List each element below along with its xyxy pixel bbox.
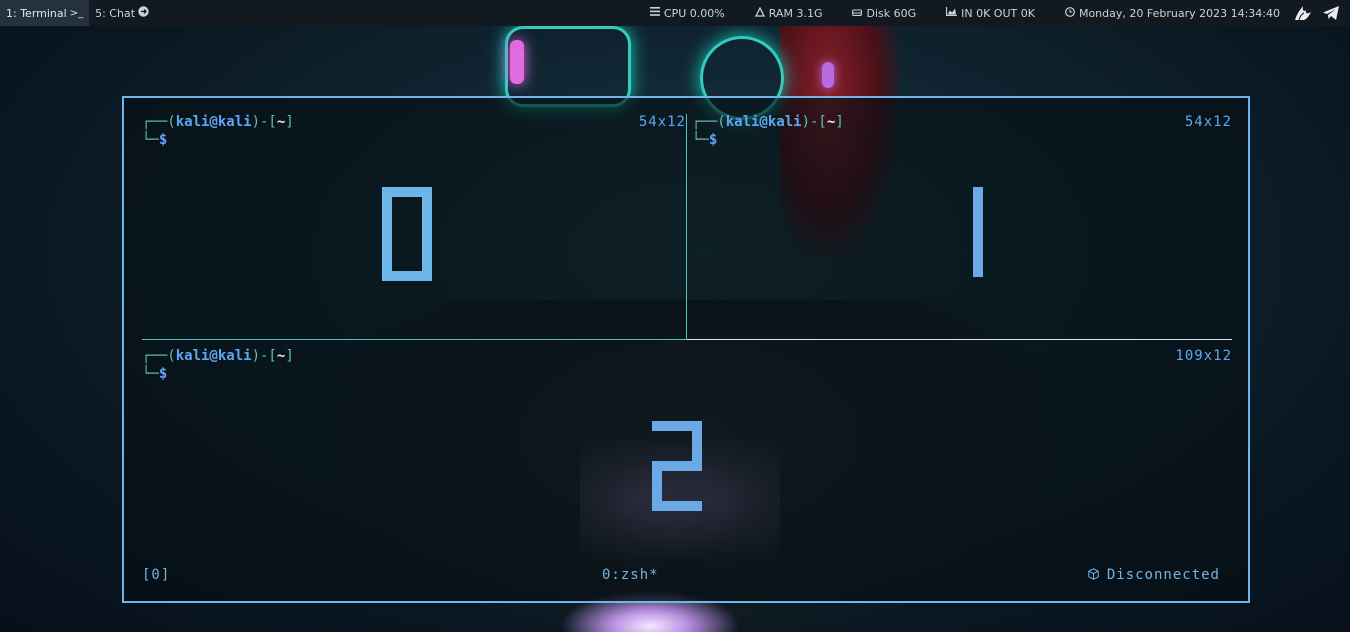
- prompt-input-line[interactable]: └─$: [142, 132, 167, 148]
- burp-icon[interactable]: [1294, 5, 1312, 21]
- terminal-icon: >_: [69, 7, 84, 19]
- prompt-dir: ~: [826, 114, 836, 130]
- pane-divider-horizontal[interactable]: [142, 339, 687, 340]
- prompt-input-line[interactable]: └─$: [142, 366, 167, 382]
- workspace-chat[interactable]: 5: Chat: [89, 0, 155, 26]
- tmux-session: [0]: [142, 567, 171, 583]
- clock: Monday, 20 February 2023 14:34:40: [1065, 7, 1280, 20]
- chat-icon: [138, 6, 149, 20]
- network-stat: IN 0K OUT 0K: [946, 7, 1035, 20]
- network-value: IN 0K OUT 0K: [961, 6, 1035, 20]
- terminal-window[interactable]: ┌──(kali@kali)-[~] └─$ 54x12 ┌──(kali@ka…: [122, 96, 1250, 603]
- prompt-user: kali@kali: [175, 114, 252, 130]
- prompt-input-line[interactable]: └─$: [692, 132, 717, 148]
- workspace-terminal[interactable]: 1: Terminal >_: [0, 0, 90, 26]
- pane-number-2: [652, 421, 702, 511]
- prompt-line: ┌──(kali@kali)-[~]: [142, 114, 294, 130]
- chart-icon: [946, 7, 958, 19]
- connection-status: Disconnected: [1088, 567, 1220, 583]
- clock-value: Monday, 20 February 2023 14:34:40: [1078, 6, 1280, 20]
- top-bar: 1: Terminal >_ 5: Chat CPU 0.00% RAM 3.1…: [0, 0, 1350, 26]
- pane-number-1: [973, 187, 983, 277]
- memory-icon: [754, 6, 765, 20]
- tmux-window[interactable]: 0:zsh*: [602, 567, 659, 583]
- prompt-symbol: $: [708, 132, 718, 148]
- drive-icon: [852, 8, 863, 19]
- ram-value: RAM 3.1G: [768, 6, 823, 20]
- ram-stat: RAM 3.1G: [754, 6, 823, 20]
- prompt-symbol: $: [158, 132, 168, 148]
- prompt-line: ┌──(kali@kali)-[~]: [142, 348, 294, 364]
- workspace-label: 1: Terminal: [6, 6, 67, 20]
- disk-stat: Disk 60G: [852, 7, 916, 20]
- wallpaper-light: [510, 40, 524, 84]
- wallpaper-light: [822, 62, 834, 88]
- clock-icon: [1065, 6, 1075, 20]
- wallpaper-goggle-left: [505, 26, 631, 107]
- pane-size: 54x12: [1184, 114, 1232, 130]
- connection-label: Disconnected: [1106, 567, 1220, 583]
- disk-value: Disk 60G: [866, 6, 917, 20]
- pane-size: 54x12: [638, 114, 686, 130]
- prompt-symbol: $: [158, 366, 168, 382]
- pane-size: 109x12: [1175, 348, 1232, 364]
- cpu-value: CPU 0.00%: [663, 6, 725, 20]
- prompt-dir: ~: [276, 348, 286, 364]
- cpu-stat: CPU 0.00%: [649, 6, 725, 20]
- cube-icon: [1088, 567, 1099, 583]
- prompt-user: kali@kali: [175, 348, 252, 364]
- pane-number-0: [382, 187, 432, 281]
- menu-icon: [649, 7, 660, 19]
- prompt-user: kali@kali: [725, 114, 802, 130]
- pane-divider-horizontal[interactable]: [687, 339, 1232, 340]
- prompt-line: ┌──(kali@kali)-[~]: [692, 114, 844, 130]
- prompt-dir: ~: [276, 114, 286, 130]
- workspace-label: 5: Chat: [95, 6, 136, 20]
- telegram-icon[interactable]: [1322, 5, 1340, 21]
- pane-divider-vertical[interactable]: [686, 114, 687, 340]
- system-tray: [1294, 5, 1340, 21]
- terminal-pane-1[interactable]: ┌──(kali@kali)-[~] └─$ 54x12: [692, 114, 1232, 340]
